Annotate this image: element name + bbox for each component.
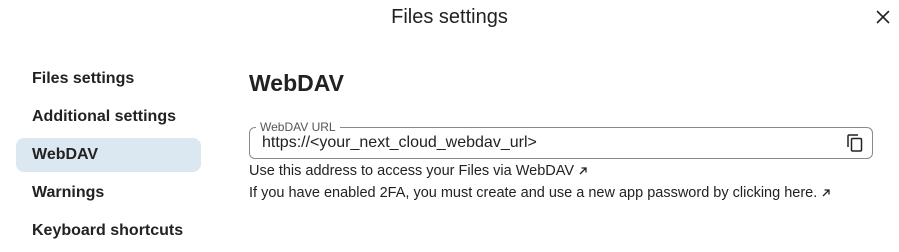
sidebar-item-keyboard-shortcuts[interactable]: Keyboard shortcuts (16, 214, 201, 248)
sidebar-item-label: Keyboard shortcuts (32, 222, 184, 239)
sidebar-item-label: Warnings (32, 184, 105, 201)
sidebar-item-files-settings[interactable]: Files settings (16, 62, 201, 96)
sidebar-item-label: WebDAV (32, 146, 99, 163)
sidebar-item-label: Additional settings (32, 108, 176, 125)
close-button[interactable] (869, 3, 897, 31)
twofa-help: If you have enabled 2FA, you must create… (249, 182, 873, 204)
webdav-url-value[interactable]: https://<your_next_cloud_webdav_url> (262, 128, 537, 158)
external-link-icon (822, 189, 830, 197)
copy-button[interactable] (844, 132, 866, 154)
sidebar-item-warnings[interactable]: Warnings (16, 176, 201, 210)
app-password-link[interactable]: If you have enabled 2FA, you must create… (249, 185, 817, 201)
settings-sidebar: Files settings Additional settings WebDA… (16, 62, 201, 252)
sidebar-item-label: Files settings (32, 70, 135, 87)
webdav-url-field[interactable]: WebDAV URL https://<your_next_cloud_webd… (249, 120, 873, 159)
settings-content: WebDAV WebDAV URL https://<your_next_clo… (249, 68, 873, 204)
settings-dialog: Files settings Files settings Additional… (0, 0, 899, 252)
sidebar-item-webdav[interactable]: WebDAV (16, 138, 201, 172)
copy-icon (847, 134, 863, 152)
external-link-icon (579, 167, 587, 175)
dialog-title: Files settings (391, 6, 508, 28)
close-icon (876, 10, 890, 24)
webdav-access-help: Use this address to access your Files vi… (249, 160, 873, 182)
section-title: WebDAV (249, 70, 344, 96)
sidebar-item-additional-settings[interactable]: Additional settings (16, 100, 201, 134)
webdav-access-link[interactable]: Use this address to access your Files vi… (249, 163, 574, 179)
